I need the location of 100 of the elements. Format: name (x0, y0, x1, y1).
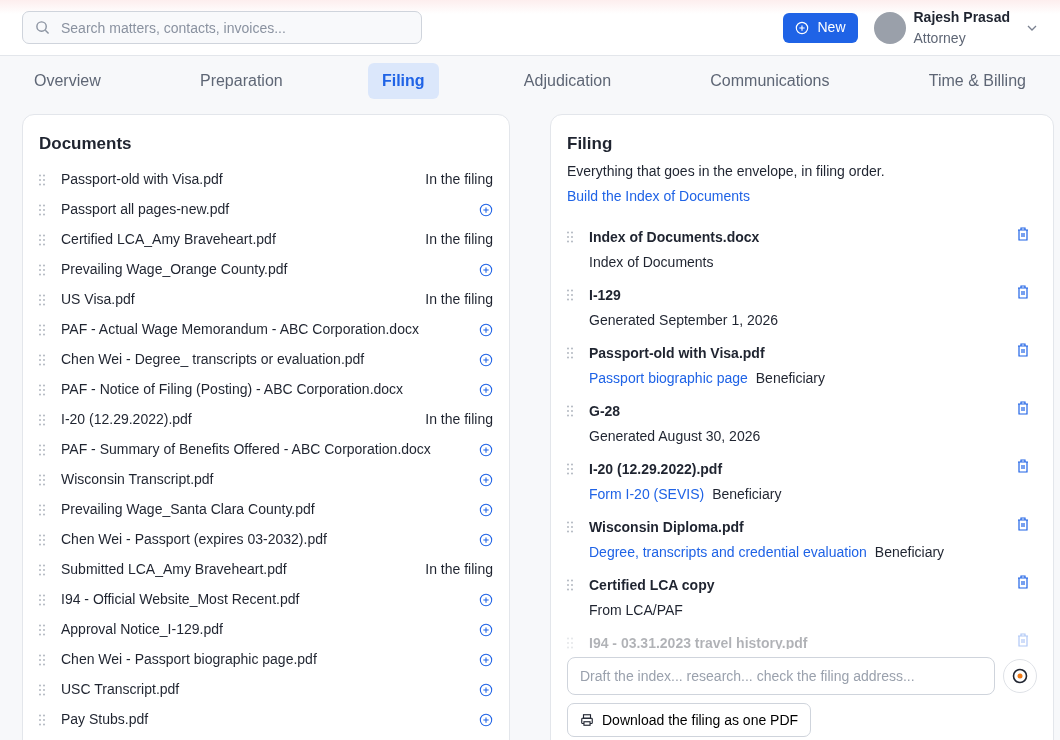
document-name[interactable]: PAF - Summary of Benefits Offered - ABC Corporation.docx (61, 439, 471, 460)
drag-handle-icon[interactable] (39, 413, 45, 426)
trash-icon[interactable] (1017, 516, 1029, 531)
drag-handle-icon[interactable] (39, 233, 45, 246)
trash-icon[interactable] (1017, 226, 1029, 241)
document-detail: Index of Documents (589, 252, 715, 272)
document-name[interactable]: Chen Wei - Passport (expires 03-2032).pdf (61, 529, 471, 550)
role-label: Beneficiary (712, 484, 782, 504)
document-name[interactable]: Wisconsin Transcript.pdf (61, 469, 471, 490)
drag-handle-icon[interactable] (39, 263, 45, 276)
document-name[interactable]: Pay Stubs.pdf (61, 709, 471, 730)
panel-title: Filing (567, 133, 614, 155)
document-name[interactable]: Chen Wei - Passport biographic page.pdf (61, 649, 471, 670)
add-icon[interactable] (479, 652, 493, 667)
plus-circle-icon (795, 20, 810, 35)
drag-handle-icon[interactable] (567, 404, 573, 417)
drag-handle-icon[interactable] (567, 346, 573, 359)
tab[interactable]: Time & Billing (914, 63, 1040, 99)
drag-handle-icon[interactable] (39, 683, 45, 696)
document-title: I-20 (12.29.2022).pdf (589, 459, 724, 479)
avatar[interactable] (873, 11, 906, 44)
document-name[interactable]: Certified LCA_Amy Braveheart.pdf (61, 229, 426, 250)
drag-handle-icon[interactable] (39, 203, 45, 216)
document-name[interactable]: Submitted LCA_Amy Braveheart.pdf (61, 559, 426, 580)
drag-handle-icon[interactable] (567, 462, 573, 475)
build-index-link[interactable]: Build the Index of Documents (567, 187, 750, 204)
category-link[interactable]: Passport biographic page (589, 367, 748, 389)
drag-handle-icon[interactable] (39, 713, 45, 726)
record-icon (1012, 668, 1028, 684)
status-label: In the filing (425, 170, 493, 189)
drag-handle-icon[interactable] (39, 563, 45, 576)
document-name[interactable]: Prevailing Wage_Santa Clara County.pdf (61, 499, 471, 520)
add-icon[interactable] (479, 712, 493, 727)
document-name[interactable]: Approval Notice_I-129.pdf (61, 619, 471, 640)
panel-description: Everything that goes in the envelope, in filing order. (567, 161, 886, 181)
add-icon[interactable] (479, 322, 493, 337)
search-icon (35, 20, 50, 35)
drag-handle-icon[interactable] (39, 653, 45, 666)
trash-icon[interactable] (1017, 342, 1029, 357)
drag-handle-icon[interactable] (39, 353, 45, 366)
category-link[interactable]: Form I-20 (SEVIS) (589, 483, 705, 505)
category-link[interactable]: Degree, transcripts and credential evaluation (589, 541, 867, 563)
tab[interactable]: Adjudication (509, 63, 626, 99)
document-name[interactable]: PAF - Actual Wage Memorandum - ABC Corporation.docx (61, 319, 471, 340)
drag-handle-icon[interactable] (39, 383, 45, 396)
trash-icon[interactable] (1017, 284, 1029, 299)
document-name[interactable]: PAF - Notice of Filing (Posting) - ABC Corporation.docx (61, 379, 471, 400)
drag-handle-icon[interactable] (39, 473, 45, 486)
drag-handle-icon[interactable] (567, 578, 573, 591)
search-field[interactable]: Search matters, contacts, invoices... (22, 11, 422, 44)
trash-icon[interactable] (1017, 400, 1029, 415)
printer-icon (580, 713, 594, 727)
drag-handle-icon[interactable] (567, 636, 573, 649)
record-button[interactable] (1003, 659, 1037, 693)
tab[interactable]: Preparation (185, 63, 297, 99)
document-title: Wisconsin Diploma.pdf (589, 517, 745, 537)
drag-handle-icon[interactable] (39, 323, 45, 336)
document-name[interactable]: I94 - Official Website_Most Recent.pdf (61, 589, 471, 610)
drag-handle-icon[interactable] (39, 623, 45, 636)
add-icon[interactable] (479, 682, 493, 697)
drag-handle-icon[interactable] (39, 173, 45, 186)
drag-handle-icon[interactable] (39, 533, 45, 546)
tab[interactable]: Overview (20, 63, 115, 99)
trash-icon[interactable] (1017, 458, 1029, 473)
add-icon[interactable] (479, 382, 493, 397)
drag-handle-icon[interactable] (39, 503, 45, 516)
add-icon[interactable] (479, 352, 493, 367)
new-button[interactable]: New (783, 12, 858, 43)
drag-handle-icon[interactable] (567, 288, 573, 301)
document-name[interactable]: Passport-old with Visa.pdf (61, 169, 426, 190)
document-name[interactable]: Chen Wei - Degree_ transcripts or evaluation.pdf (61, 349, 471, 370)
prompt-field[interactable]: Draft the index... research... check the filing address... (567, 657, 995, 695)
drag-handle-icon[interactable] (39, 293, 45, 306)
download-button[interactable]: Download the filing as one PDF (567, 703, 812, 737)
add-icon[interactable] (479, 592, 493, 607)
drag-handle-icon[interactable] (567, 520, 573, 533)
role-label: Beneficiary (755, 368, 826, 388)
document-title: Certified LCA copy (589, 575, 716, 595)
add-icon[interactable] (479, 472, 493, 487)
document-detail: Generated August 30, 2026 (589, 426, 762, 446)
drag-handle-icon[interactable] (567, 230, 573, 243)
document-name[interactable]: US Visa.pdf (61, 289, 426, 310)
add-icon[interactable] (479, 262, 493, 277)
trash-icon[interactable] (1017, 574, 1029, 589)
panel-title: Documents (39, 133, 133, 155)
document-name[interactable]: I-20 (12.29.2022).pdf (61, 409, 426, 430)
document-name[interactable]: USC Transcript.pdf (61, 679, 471, 700)
role-label: Beneficiary (874, 542, 945, 562)
add-icon[interactable] (479, 622, 493, 637)
add-icon[interactable] (479, 502, 493, 517)
tab[interactable]: Filing (367, 63, 439, 99)
add-icon[interactable] (479, 532, 493, 547)
document-name[interactable]: Passport all pages-new.pdf (61, 199, 471, 220)
document-name[interactable]: Prevailing Wage_Orange County.pdf (61, 259, 471, 280)
user-role: Attorney (913, 28, 967, 48)
drag-handle-icon[interactable] (39, 593, 45, 606)
tab[interactable]: Communications (696, 63, 844, 99)
drag-handle-icon[interactable] (39, 443, 45, 456)
add-icon[interactable] (479, 442, 493, 457)
add-icon[interactable] (479, 202, 493, 217)
